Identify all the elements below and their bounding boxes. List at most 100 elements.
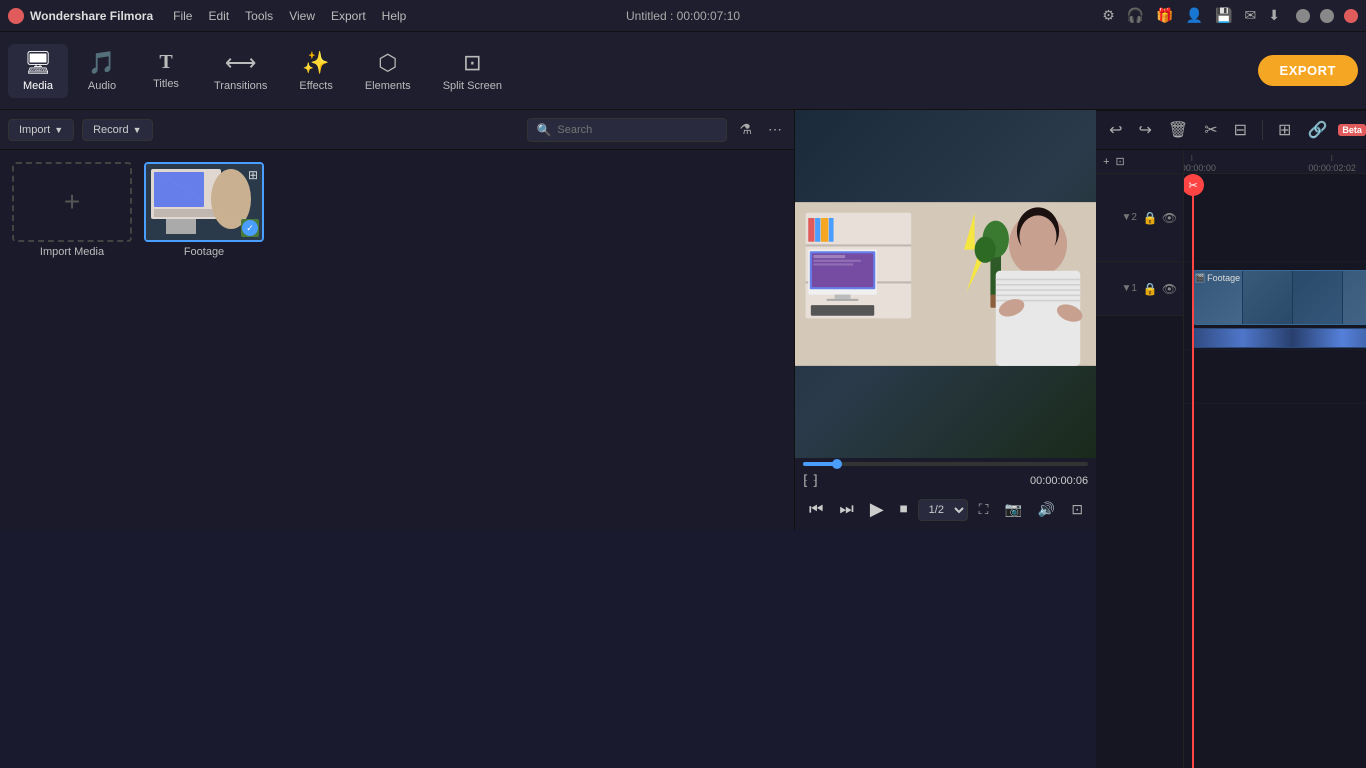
skip-back-button[interactable]: ⏮ [803,497,829,523]
minimize-button[interactable] [1296,9,1310,23]
stop-button[interactable]: ⏹ [894,497,914,523]
effects-label: Effects [299,80,332,92]
menu-edit[interactable]: Edit [208,9,229,23]
window-title: Untitled : 00:00:07:10 [626,9,740,23]
ruler-mark-0: 00:00:00:00 [1184,155,1216,173]
menu-view[interactable]: View [289,9,315,23]
fullscreen-preview-button[interactable]: ⛶ [974,498,994,521]
media-icon: 🖥 [24,50,52,76]
import-label: Import [19,124,50,136]
maximize-button[interactable] [1320,9,1334,23]
undo-button[interactable]: ↩ [1104,116,1127,144]
footage-media-item[interactable]: ⊞ ✓ Footage [144,162,264,258]
delete-button[interactable]: 🗑 [1163,116,1193,144]
menu-help[interactable]: Help [382,9,407,23]
elements-icon: ⬡ [378,50,397,76]
snapshot-button[interactable]: 📷 [999,498,1026,521]
import-placeholder[interactable]: + [12,162,132,242]
clip-label: Footage [1207,273,1240,283]
gift-icon[interactable]: 🎁 [1156,7,1173,24]
transitions-label: Transitions [214,80,267,92]
search-icon: 🔍 [536,123,551,137]
view-options-icon[interactable]: ⋯ [764,119,786,140]
media-panel: Import ▼ Record ▼ 🔍 ⚗ ⋯ [0,110,795,530]
toolbar-media[interactable]: 🖥 Media [8,44,68,98]
download-icon[interactable]: ⬇ [1268,7,1280,24]
menu-export[interactable]: Export [331,9,366,23]
progress-bar[interactable] [803,462,1088,466]
toolbar-split-screen[interactable]: ⊡ Split Screen [429,44,516,98]
menu-file[interactable]: File [173,9,192,23]
headphone-icon[interactable]: 🎧 [1127,7,1144,24]
track-v1-eye[interactable]: 👁 [1162,282,1177,296]
timeline-toolbar: ↩ ↪ 🗑 ✂ ⊟ ⊞ 🔗 Beta ⚙ ⊟ 🎙 ≈ ⊡ − [1096,110,1366,150]
playhead: ✂ [1192,174,1194,768]
time-markers: ⁅ ⁆ 00:00:00:06 [803,472,1088,489]
tracks-area: ✂ 🎬 Footage [1184,174,1366,768]
video-clip[interactable]: 🎬 Footage [1192,270,1366,325]
toolbar-elements[interactable]: ⬡ Elements [351,44,425,98]
ruler-marks-container: 00:00:00:00 00:00:02:02 00:00:04:04 00:0… [1184,150,1366,173]
track-v1-lock[interactable]: 🔒 [1143,282,1158,296]
filter-icon[interactable]: ⚗ [735,119,756,140]
search-box[interactable]: 🔍 [527,118,727,142]
track-header-v1: ▼1 🔒 👁 [1096,262,1183,316]
preview-controls: ⁅ ⁆ 00:00:00:06 ⏮ ⏭ ▶ ⏹ 1/2 ⛶ 📷 🔊 [795,458,1096,530]
toolbar-effects[interactable]: ✨ Effects [285,44,346,98]
snap-button[interactable]: ⊞ [1273,116,1296,144]
window-controls[interactable] [1296,9,1358,23]
record-arrow-icon: ▼ [133,125,142,135]
track-v2-lock[interactable]: 🔒 [1143,211,1158,225]
step-back-button[interactable]: ⏭ [833,497,859,523]
quality-select[interactable]: 1/2 [918,499,968,521]
export-button[interactable]: EXPORT [1258,55,1358,86]
redo-button[interactable]: ↪ [1134,116,1157,144]
settings-icon[interactable]: ⚙ [1102,7,1115,24]
link-button[interactable]: 🔗 [1302,116,1332,144]
save-icon[interactable]: 💾 [1215,7,1232,24]
frame-4 [1343,271,1366,324]
track-b1 [1184,350,1366,404]
import-arrow-icon: ▼ [54,125,63,135]
ruler-mark-1: 00:00:02:02 [1308,155,1356,173]
menu-tools[interactable]: Tools [245,9,273,23]
titles-label: Titles [153,78,179,90]
add-track-button[interactable]: + [1100,155,1112,169]
close-button[interactable] [1344,9,1358,23]
effects-icon: ✨ [302,50,329,76]
toolbar-transitions[interactable]: ⟷ Transitions [200,44,281,98]
import-dropdown[interactable]: Import ▼ [8,119,74,141]
audio-waveform-clip[interactable] [1192,328,1366,348]
record-label: Record [93,124,128,136]
transitions-icon: ⟷ [225,50,257,76]
record-dropdown[interactable]: Record ▼ [82,119,152,141]
track-v2-num: ▼2 [1121,212,1136,223]
user-icon[interactable]: 👤 [1186,7,1203,24]
app-icon [8,8,24,24]
snap-to-button[interactable]: ⊡ [1113,154,1128,169]
cut-button[interactable]: ✂ [1199,116,1222,144]
play-button[interactable]: ▶ [864,495,890,524]
toolbar-titles[interactable]: T Titles [136,45,196,96]
preview-frame [795,110,1096,458]
in-point-icon: ⁅ [803,472,808,489]
empty-lower-track [1184,350,1366,768]
toolbar-audio[interactable]: 🎵 Audio [72,44,132,98]
app-name: Wondershare Filmora [30,9,153,23]
volume-button[interactable]: 🔊 [1033,498,1060,521]
import-media-item[interactable]: + Import Media [12,162,132,258]
search-input[interactable] [557,124,718,136]
adjust-button[interactable]: ⊟ [1229,116,1252,144]
pip-button[interactable]: ⊡ [1066,498,1088,521]
mail-icon[interactable]: ✉ [1245,7,1257,24]
ruler-header: + ⊡ [1096,150,1183,174]
audio-icon: 🎵 [88,50,115,76]
track-header-empty [1096,316,1183,768]
audio-label: Audio [88,80,116,92]
track-v2-eye[interactable]: 👁 [1162,211,1177,225]
footage-thumbnail[interactable]: ⊞ ✓ [144,162,264,242]
split-screen-icon: ⊡ [463,50,481,76]
playback-controls: ⏮ ⏭ ▶ ⏹ 1/2 ⛶ 📷 🔊 ⊡ [803,493,1088,526]
timecode-display: 00:00:00:06 [1030,475,1088,487]
track-headers: + ⊡ ▼2 🔒 👁 ▼1 🔒 👁 [1096,150,1184,768]
